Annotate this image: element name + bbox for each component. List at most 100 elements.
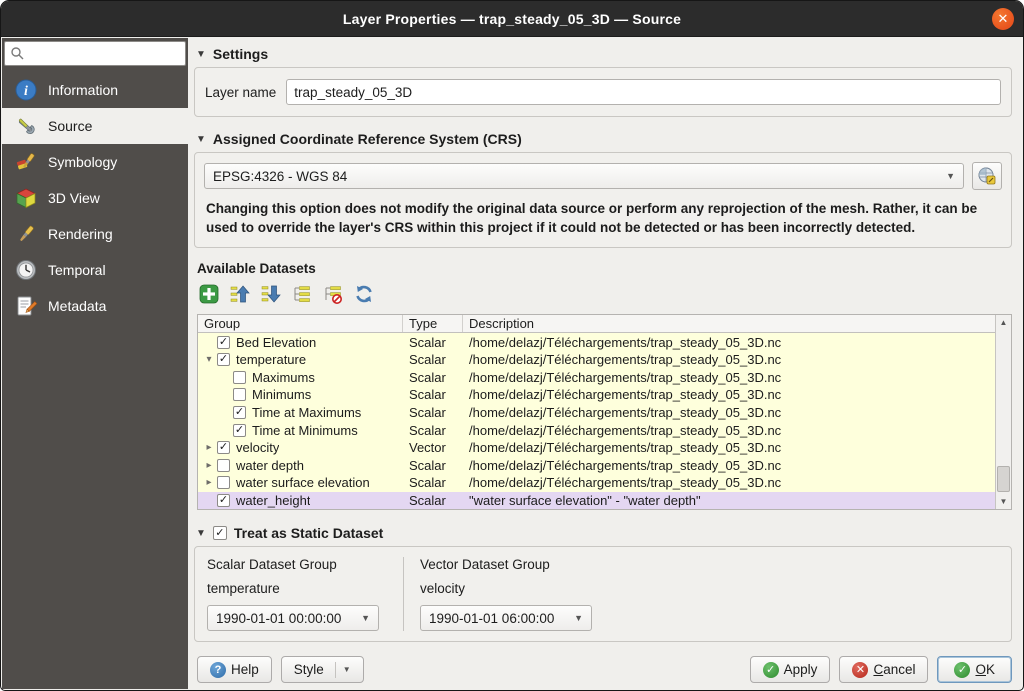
dataset-description: /home/delazj/Téléchargements/trap_steady…	[463, 475, 995, 490]
dataset-checkbox[interactable]	[233, 388, 246, 401]
help-icon: ?	[210, 662, 226, 678]
title-bar[interactable]: Layer Properties — trap_steady_05_3D — S…	[1, 1, 1023, 37]
collapse-triangle-icon: ▼	[196, 134, 206, 145]
collapse-all-button[interactable]	[321, 282, 345, 306]
arrow-down-list-icon	[261, 284, 281, 304]
dataset-type: Scalar	[403, 387, 463, 402]
scalar-time-value: 1990-01-01 00:00:00	[216, 611, 341, 626]
scalar-time-select[interactable]: 1990-01-01 00:00:00 ▼	[207, 605, 379, 631]
dataset-checkbox[interactable]: ✓	[233, 424, 246, 437]
apply-check-icon: ✓	[763, 662, 779, 678]
select-crs-button[interactable]	[972, 162, 1002, 190]
ok-button[interactable]: ✓ OK	[937, 656, 1012, 683]
dataset-checkbox[interactable]	[217, 459, 230, 472]
column-header-group[interactable]: Group	[198, 315, 403, 332]
expander-icon[interactable]: ▸	[201, 460, 217, 471]
vector-time-select[interactable]: 1990-01-01 06:00:00 ▼	[420, 605, 592, 631]
symbology-brush-icon	[14, 150, 38, 174]
sidebar-item-metadata[interactable]: Metadata	[2, 288, 188, 324]
style-dropdown-button[interactable]: Style ▼	[281, 656, 364, 683]
table-row[interactable]: ✓ Time at Maximums Scalar/home/delazj/Télé…	[198, 404, 995, 422]
cancel-button[interactable]: ✕ Cancel	[839, 656, 928, 683]
scrollbar-thumb[interactable]	[997, 466, 1010, 492]
globe-edit-icon	[977, 166, 997, 186]
sidebar-item-label: Symbology	[48, 154, 117, 170]
column-header-type[interactable]: Type	[403, 315, 463, 332]
move-up-button[interactable]	[228, 282, 252, 306]
scrollbar-track[interactable]	[996, 330, 1011, 494]
sidebar-item-source[interactable]: Source	[2, 108, 188, 144]
dataset-description: /home/delazj/Téléchargements/trap_steady…	[463, 387, 995, 402]
table-row[interactable]: ▸water depthScalar/home/delazj/Télécharg…	[198, 456, 995, 474]
table-row[interactable]: ✓water_heightScalar"water surface elevat…	[198, 492, 995, 510]
table-row[interactable]: ▾✓temperatureScalar/home/delazj/Téléchar…	[198, 351, 995, 369]
add-dataset-button[interactable]	[197, 282, 221, 306]
column-header-description[interactable]: Description	[463, 315, 1011, 332]
search-input[interactable]	[4, 41, 186, 66]
close-button[interactable]: ✕	[992, 8, 1014, 30]
info-icon: i	[14, 78, 38, 102]
sidebar-item-rendering[interactable]: Rendering	[2, 216, 188, 252]
table-row[interactable]: MinimumsScalar/home/delazj/Téléchargemen…	[198, 386, 995, 404]
static-dataset-checkbox[interactable]: ✓	[213, 526, 227, 540]
dataset-type: Scalar	[403, 335, 463, 350]
dataset-checkbox[interactable]: ✓	[217, 494, 230, 507]
dataset-type: Scalar	[403, 405, 463, 420]
table-row[interactable]: ✓Time at MinimumsScalar/home/delazj/Télé…	[198, 421, 995, 439]
apply-button-label: Apply	[784, 662, 818, 677]
settings-heading-label: Settings	[213, 46, 268, 62]
dataset-description: /home/delazj/Téléchargements/trap_steady…	[463, 370, 995, 385]
dataset-group-name: Maximums	[252, 370, 315, 385]
refresh-button[interactable]	[352, 282, 376, 306]
dataset-description: /home/delazj/Téléchargements/trap_steady…	[463, 423, 995, 438]
dataset-group-name: water surface elevation	[236, 475, 370, 490]
dataset-checkbox[interactable]: ✓	[217, 353, 230, 366]
dataset-checkbox[interactable]: ✓	[217, 336, 230, 349]
datasets-table: Group Type Description ✓ Bed Elevation Sca…	[197, 314, 1012, 510]
dataset-description: /home/delazj/Téléchargements/trap_steady…	[463, 405, 995, 420]
help-button-label: Help	[231, 662, 259, 677]
sidebar-item-3d-view[interactable]: 3D View	[2, 180, 188, 216]
dataset-type: Scalar	[403, 475, 463, 490]
sidebar: i Information Source	[2, 38, 188, 689]
dataset-group-name: Time at Maximums	[252, 405, 361, 420]
dialog-button-box: ? Help Style ▼ ✓ Apply ✕ Cancel ✓ OK	[197, 656, 1012, 683]
table-row[interactable]: ▸ water surface elevation Scalar/home/dela…	[198, 474, 995, 492]
table-row[interactable]: MaximumsScalar/home/delazj/Téléchargemen…	[198, 369, 995, 387]
vector-dataset-group-label: Vector Dataset Group	[420, 557, 592, 572]
sidebar-item-information[interactable]: i Information	[2, 72, 188, 108]
expander-icon[interactable]: ▸	[201, 442, 217, 453]
dataset-group-name: temperature	[236, 352, 306, 367]
crs-note: Changing this option does not modify the…	[204, 199, 1002, 237]
scalar-group-name: temperature	[207, 581, 379, 596]
table-row[interactable]: ▸✓velocityVector/home/delazj/Téléchargem…	[198, 439, 995, 457]
chevron-down-icon: ▼	[946, 171, 955, 181]
layer-name-input[interactable]	[286, 79, 1001, 105]
dataset-checkbox[interactable]: ✓	[233, 406, 246, 419]
dataset-checkbox[interactable]	[217, 476, 230, 489]
dataset-checkbox[interactable]: ✓	[217, 441, 230, 454]
tree-collapse-icon	[323, 284, 343, 304]
expand-all-button[interactable]	[290, 282, 314, 306]
ok-check-icon: ✓	[954, 662, 970, 678]
crs-select[interactable]: EPSG:4326 - WGS 84 ▼	[204, 163, 964, 189]
move-down-button[interactable]	[259, 282, 283, 306]
expander-icon[interactable]: ▸	[201, 477, 217, 488]
dataset-checkbox[interactable]	[233, 371, 246, 384]
dataset-group-name: Bed Elevation	[236, 335, 316, 350]
sidebar-item-symbology[interactable]: Symbology	[2, 144, 188, 180]
scroll-up-icon[interactable]: ▲	[996, 315, 1011, 330]
apply-button[interactable]: ✓ Apply	[750, 656, 831, 683]
crs-heading[interactable]: ▼ Assigned Coordinate Reference System (…	[196, 131, 1012, 147]
settings-heading[interactable]: ▼ Settings	[196, 46, 1012, 62]
datasets-table-header: Group Type Description	[198, 315, 1011, 333]
sidebar-item-temporal[interactable]: Temporal	[2, 252, 188, 288]
metadata-document-icon	[14, 294, 38, 318]
help-button[interactable]: ? Help	[197, 656, 272, 683]
wrench-icon	[14, 114, 38, 138]
static-dataset-heading[interactable]: ▼ ✓ Treat as Static Dataset	[196, 525, 1012, 541]
table-scrollbar[interactable]: ▲ ▼	[995, 315, 1011, 509]
scroll-down-icon[interactable]: ▼	[996, 494, 1011, 509]
expander-icon[interactable]: ▾	[201, 354, 217, 365]
table-row[interactable]: ✓Bed ElevationScalar/home/delazj/Télécha…	[198, 333, 995, 351]
